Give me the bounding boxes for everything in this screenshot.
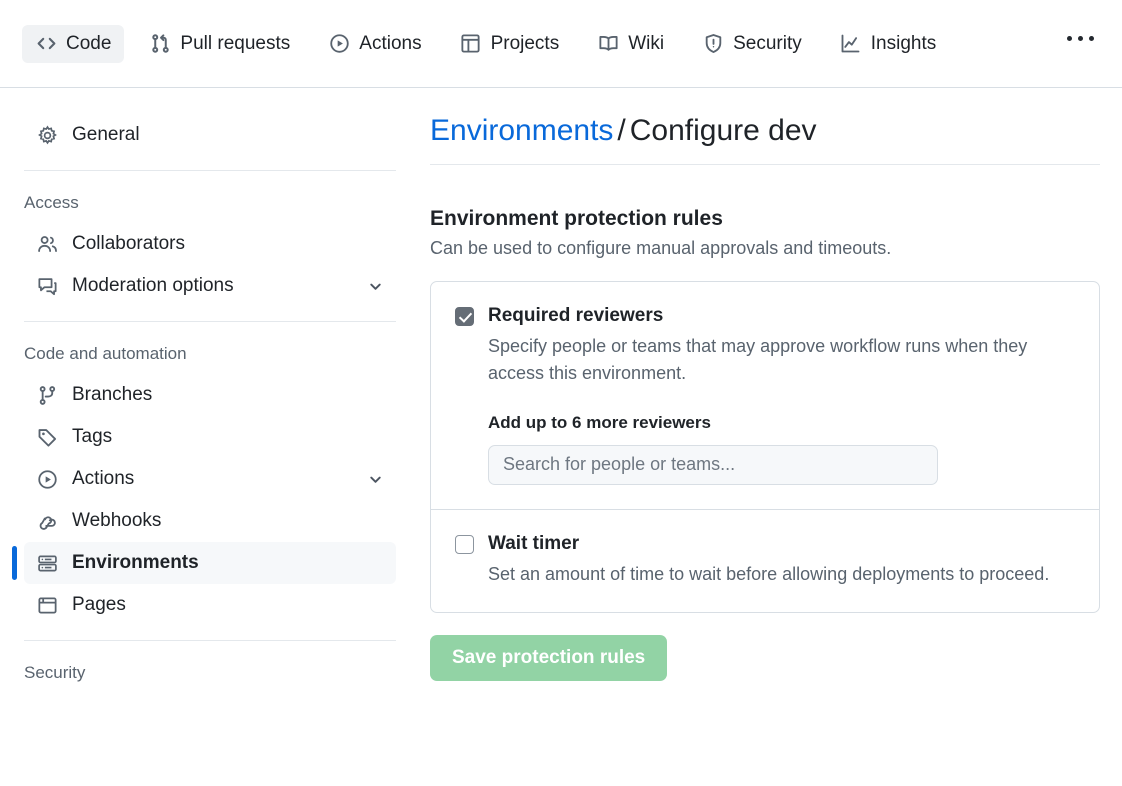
gear-icon (36, 124, 58, 146)
rule-header: Wait timer (455, 532, 1075, 556)
git-pull-request-icon (149, 33, 171, 55)
wait-timer-description: Set an amount of time to wait before all… (488, 561, 1075, 588)
sidebar-item-branches[interactable]: Branches (24, 374, 396, 416)
settings-sidebar: General Access Collaborators Moderation … (0, 88, 420, 786)
book-icon (597, 33, 619, 55)
breadcrumb-current: Configure dev (630, 114, 817, 147)
shield-icon (702, 33, 724, 55)
page-subtitle: Can be used to configure manual approval… (430, 238, 1100, 259)
add-reviewers-label: Add up to 6 more reviewers (488, 413, 1075, 433)
sidebar-group-access-title: Access (24, 171, 396, 223)
nav-tab-security[interactable]: Security (689, 25, 815, 63)
overflow-dot (1078, 36, 1083, 41)
graph-icon (840, 33, 862, 55)
sidebar-item-webhooks[interactable]: Webhooks (24, 500, 396, 542)
people-icon (36, 233, 58, 255)
nav-tab-security-label: Security (733, 34, 802, 53)
reviewers-search-input[interactable] (488, 445, 938, 485)
nav-tab-projects[interactable]: Projects (447, 25, 573, 63)
nav-tab-projects-label: Projects (491, 34, 560, 53)
rule-header: Required reviewers (455, 304, 1075, 328)
nav-tab-insights[interactable]: Insights (827, 25, 949, 63)
sidebar-item-environments-label: Environments (72, 552, 384, 574)
repository-nav-items: Code Pull requests Actions (22, 25, 1060, 63)
sidebar-item-branches-label: Branches (72, 384, 384, 406)
sidebar-item-pages-label: Pages (72, 594, 384, 616)
sidebar-item-moderation-options-label: Moderation options (72, 275, 352, 297)
overflow-dot (1089, 36, 1094, 41)
wait-timer-checkbox[interactable] (455, 535, 474, 554)
required-reviewers-checkbox[interactable] (455, 307, 474, 326)
sidebar-group-code-automation-title: Code and automation (24, 322, 396, 374)
sidebar-item-collaborators-label: Collaborators (72, 233, 384, 255)
git-branch-icon (36, 384, 58, 406)
webhook-icon (36, 510, 58, 532)
nav-tab-wiki-label: Wiki (628, 34, 664, 53)
nav-tab-pull-requests-label: Pull requests (180, 34, 290, 53)
breadcrumb-environments-link[interactable]: Environments (430, 114, 613, 147)
rule-required-reviewers: Required reviewers Specify people or tea… (431, 282, 1099, 509)
sidebar-item-pages[interactable]: Pages (24, 584, 396, 626)
nav-tab-wiki[interactable]: Wiki (584, 25, 677, 63)
play-circle-icon (328, 33, 350, 55)
chevron-down-icon (366, 277, 384, 295)
sidebar-item-moderation-options[interactable]: Moderation options (24, 265, 396, 307)
sidebar-item-actions-label: Actions (72, 468, 352, 490)
protection-rules-card: Required reviewers Specify people or tea… (430, 281, 1100, 613)
repository-nav: Code Pull requests Actions (0, 0, 1122, 88)
nav-tab-code-label: Code (66, 34, 111, 53)
nav-tab-actions-label: Actions (359, 34, 421, 53)
rule-body: Set an amount of time to wait before all… (455, 561, 1075, 588)
main-content: Environments/Configure dev Environment p… (420, 88, 1122, 786)
sidebar-item-actions[interactable]: Actions (24, 458, 396, 500)
code-icon (35, 33, 57, 55)
sidebar-item-collaborators[interactable]: Collaborators (24, 223, 396, 265)
nav-tab-insights-label: Insights (871, 34, 936, 53)
page-root: Code Pull requests Actions (0, 0, 1122, 786)
nav-tab-actions[interactable]: Actions (315, 25, 434, 63)
required-reviewers-description: Specify people or teams that may approve… (488, 333, 1048, 387)
chevron-down-icon (366, 470, 384, 488)
sidebar-item-tags-label: Tags (72, 426, 384, 448)
server-icon (36, 552, 58, 574)
sidebar-group-security-title: Security (24, 641, 396, 693)
page-title: Environment protection rules (430, 207, 1100, 231)
sidebar-item-general-label: General (72, 124, 384, 146)
browser-icon (36, 594, 58, 616)
sidebar-item-webhooks-label: Webhooks (72, 510, 384, 532)
breadcrumb: Environments/Configure dev (430, 114, 1100, 165)
table-icon (460, 33, 482, 55)
rule-wait-timer: Wait timer Set an amount of time to wait… (431, 509, 1099, 612)
sidebar-item-tags[interactable]: Tags (24, 416, 396, 458)
wait-timer-title: Wait timer (488, 532, 579, 556)
comment-discussion-icon (36, 275, 58, 297)
sidebar-item-environments[interactable]: Environments (24, 542, 396, 584)
body-wrapper: General Access Collaborators Moderation … (0, 88, 1122, 786)
rule-body: Specify people or teams that may approve… (455, 333, 1075, 485)
breadcrumb-separator: / (617, 114, 625, 147)
nav-tab-code[interactable]: Code (22, 25, 124, 63)
required-reviewers-title: Required reviewers (488, 304, 663, 328)
overflow-dot (1067, 36, 1072, 41)
nav-overflow-menu-button[interactable] (1060, 28, 1100, 60)
play-circle-icon (36, 468, 58, 490)
nav-tab-pull-requests[interactable]: Pull requests (136, 25, 303, 63)
tag-icon (36, 426, 58, 448)
save-protection-rules-button[interactable]: Save protection rules (430, 635, 667, 681)
sidebar-item-general[interactable]: General (24, 114, 396, 156)
